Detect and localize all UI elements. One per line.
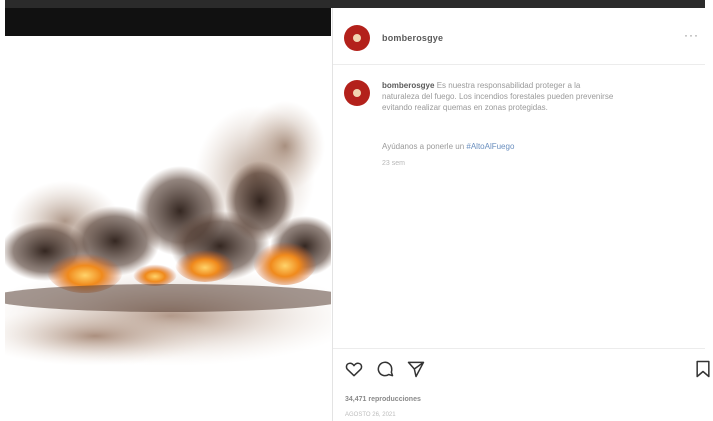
share-icon[interactable] <box>406 359 426 379</box>
caption-block: bomberosgye Es nuestra responsabilidad p… <box>344 80 644 113</box>
help-text-body: Ayúdanos a ponerle un <box>382 142 465 151</box>
avatar[interactable] <box>344 25 370 51</box>
post-window: bomberosgye ··· bomberosgye Es nuestra r… <box>0 0 713 421</box>
help-text: Ayúdanos a ponerle un #AltoAlFuego <box>382 142 514 151</box>
header-divider <box>333 64 705 65</box>
post-image[interactable] <box>5 36 331 421</box>
view-count[interactable]: 34,471 reproducciones <box>345 396 421 403</box>
more-options-icon[interactable]: ··· <box>684 28 699 42</box>
window-top-bar <box>5 0 705 8</box>
caption-line-3: evitando realizar quemas en zonas proteg… <box>382 103 548 112</box>
hashtag-link[interactable]: #AltoAlFuego <box>466 142 514 151</box>
post-date: AGOSTO 26, 2021 <box>345 412 396 418</box>
author-username[interactable]: bomberosgye <box>382 33 443 43</box>
heart-icon[interactable] <box>344 359 364 379</box>
caption-text: bomberosgye Es nuestra responsabilidad p… <box>382 80 613 113</box>
wildfire-illustration <box>5 101 331 366</box>
post-details-panel: bomberosgye ··· bomberosgye Es nuestra r… <box>333 8 713 421</box>
bookmark-icon[interactable] <box>693 359 713 379</box>
caption-line-2: naturaleza del fuego. Los incendios fore… <box>382 92 614 101</box>
post-time: 23 sem <box>382 160 405 167</box>
caption-line-1: Es nuestra responsabilidad proteger a la <box>436 81 581 90</box>
post-header: bomberosgye ··· <box>333 18 705 58</box>
media-top-strip <box>5 8 331 36</box>
comment-icon[interactable] <box>375 359 395 379</box>
action-bar <box>333 353 710 383</box>
caption-avatar[interactable] <box>344 80 370 106</box>
actions-divider <box>333 348 705 349</box>
caption-username[interactable]: bomberosgye <box>382 81 434 90</box>
